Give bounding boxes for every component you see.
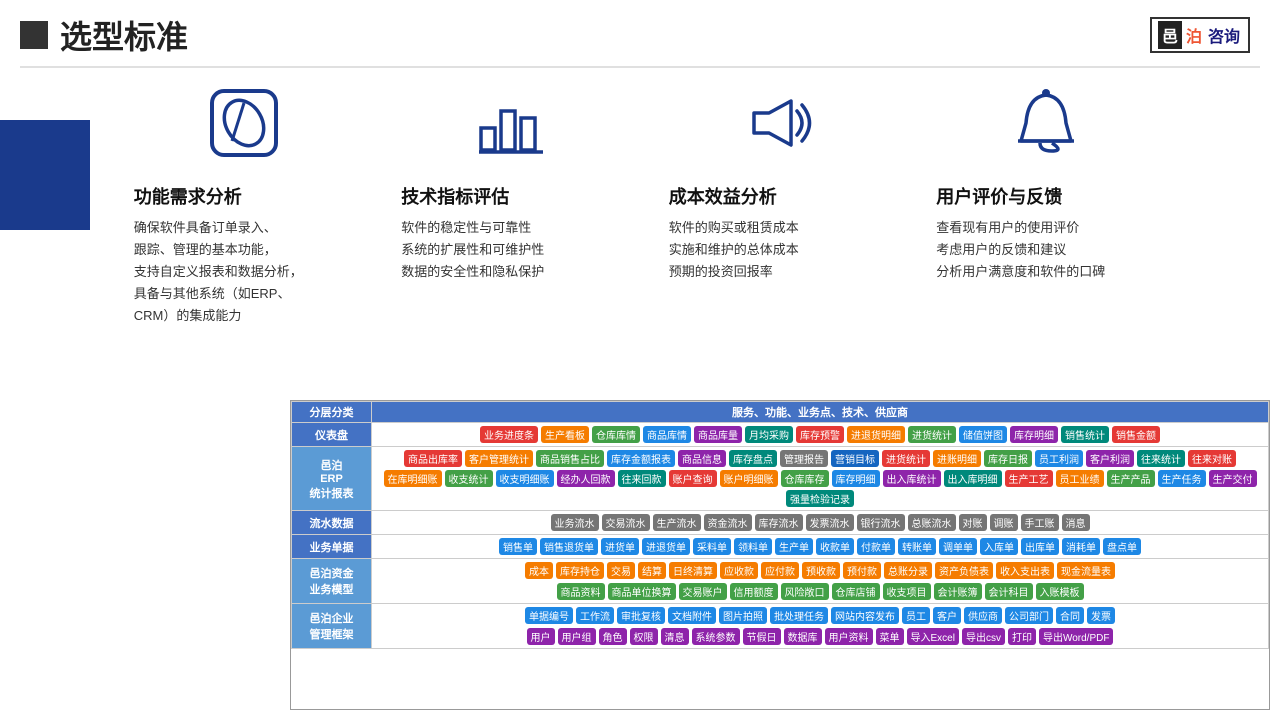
row-cell-zijin: 成本库存持仓交易结算 日终清算应收款应付款预收款 预付款总账分录资产负债表收入支… bbox=[372, 559, 1269, 604]
table-row: 邑泊 ERP 统计报表 商品出库率客户管理统计商品销售占比 库存金额报表商品信息… bbox=[292, 447, 1269, 511]
header-square-icon bbox=[20, 21, 48, 49]
user-text-block: 用户评价与反馈 查看现有用户的使用评价考虑用户的反馈和建议分析用户满意度和软件的… bbox=[936, 183, 1156, 327]
leaf-icon bbox=[204, 83, 284, 163]
cost-icon-block bbox=[669, 83, 889, 163]
col-header-category: 分层分类 bbox=[292, 402, 372, 423]
row-label-qiye: 邑泊企业 管理框架 bbox=[292, 604, 372, 649]
feature-title: 功能需求分析 bbox=[134, 183, 354, 209]
cost-desc: 软件的购买或租赁成本实施和维护的总体成本预期的投资回报率 bbox=[669, 217, 889, 283]
row-label-liushuju: 流水数据 bbox=[292, 511, 372, 535]
bell-icon bbox=[1006, 83, 1086, 163]
header-divider bbox=[20, 66, 1260, 68]
page-title: 选型标准 bbox=[60, 12, 188, 58]
feature-icon-block bbox=[134, 83, 354, 163]
blue-accent-bar bbox=[0, 120, 90, 230]
header-left: 选型标准 bbox=[20, 12, 188, 58]
speaker-icon bbox=[739, 83, 819, 163]
row-cell-qiye: 单据编号工作流审批复核文档附件 图片拍照批处理任务网站内容发布员工 客户供应商公… bbox=[372, 604, 1269, 649]
criteria-icons-section bbox=[0, 73, 1280, 173]
user-title: 用户评价与反馈 bbox=[936, 183, 1156, 209]
tech-desc: 软件的稳定性与可靠性系统的扩展性和可维护性数据的安全性和隐私保护 bbox=[401, 217, 621, 283]
table-row: 邑泊企业 管理框架 单据编号工作流审批复核文档附件 图片拍照批处理任务网站内容发… bbox=[292, 604, 1269, 649]
criteria-text-section: 功能需求分析 确保软件具备订单录入、跟踪、管理的基本功能，支持自定义报表和数据分… bbox=[0, 183, 1280, 327]
cost-title: 成本效益分析 bbox=[669, 183, 889, 209]
cost-text-block: 成本效益分析 软件的购买或租赁成本实施和维护的总体成本预期的投资回报率 bbox=[669, 183, 889, 327]
logo-bo: 泊 bbox=[1182, 21, 1206, 49]
col-header-services: 服务、功能、业务点、技术、供应商 bbox=[372, 402, 1269, 423]
table-row: 流水数据 业务流水交易流水生产流水 资金流水库存流水发票流水 银行流水总账流水对… bbox=[292, 511, 1269, 535]
user-icon-block bbox=[936, 83, 1156, 163]
row-label-zijin: 邑泊资金 业务模型 bbox=[292, 559, 372, 604]
feature-desc: 确保软件具备订单录入、跟踪、管理的基本功能，支持自定义报表和数据分析，具备与其他… bbox=[134, 217, 354, 327]
feature-table-section: 分层分类 服务、功能、业务点、技术、供应商 仪表盘 业务进度条生产看板仓库库情 … bbox=[290, 400, 1270, 710]
row-cell-liushuju: 业务流水交易流水生产流水 资金流水库存流水发票流水 银行流水总账流水对账 调账手… bbox=[372, 511, 1269, 535]
table-row: 业务单据 销售单销售退货单进货单 进退货单采料单领料单 生产单收款单付款单 转账… bbox=[292, 535, 1269, 559]
logo: 邑 泊 咨询 bbox=[1150, 17, 1250, 53]
tech-icon-block bbox=[401, 83, 621, 163]
table-row: 邑泊资金 业务模型 成本库存持仓交易结算 日终清算应收款应付款预收款 预付款总账… bbox=[292, 559, 1269, 604]
row-label-erp: 邑泊 ERP 统计报表 bbox=[292, 447, 372, 511]
feature-table: 分层分类 服务、功能、业务点、技术、供应商 仪表盘 业务进度条生产看板仓库库情 … bbox=[291, 401, 1269, 649]
row-cell-erp: 商品出库率客户管理统计商品销售占比 库存金额报表商品信息库存盘点 管理报告营销目… bbox=[372, 447, 1269, 511]
logo-yi: 邑 bbox=[1158, 21, 1182, 49]
table-wrapper: 分层分类 服务、功能、业务点、技术、供应商 仪表盘 业务进度条生产看板仓库库情 … bbox=[290, 400, 1270, 710]
tech-text-block: 技术指标评估 软件的稳定性与可靠性系统的扩展性和可维护性数据的安全性和隐私保护 bbox=[401, 183, 621, 327]
logo-rest: 咨询 bbox=[1206, 21, 1242, 49]
row-cell-yewudanju: 销售单销售退货单进货单 进退货单采料单领料单 生产单收款单付款单 转账单调单单入… bbox=[372, 535, 1269, 559]
user-desc: 查看现有用户的使用评价考虑用户的反馈和建议分析用户满意度和软件的口碑 bbox=[936, 217, 1156, 283]
row-cell-yibiaopan: 业务进度条生产看板仓库库情 商品库情商品库量月均采购 库存预警进退货明细进货统计… bbox=[372, 423, 1269, 447]
bar-chart-icon bbox=[471, 83, 551, 163]
feature-text-block: 功能需求分析 确保软件具备订单录入、跟踪、管理的基本功能，支持自定义报表和数据分… bbox=[134, 183, 354, 327]
header: 选型标准 邑 泊 咨询 bbox=[0, 0, 1280, 66]
row-label-yibiaopan: 仪表盘 bbox=[292, 423, 372, 447]
row-label-yewudanju: 业务单据 bbox=[292, 535, 372, 559]
table-row: 仪表盘 业务进度条生产看板仓库库情 商品库情商品库量月均采购 库存预警进退货明细… bbox=[292, 423, 1269, 447]
tech-title: 技术指标评估 bbox=[401, 183, 621, 209]
